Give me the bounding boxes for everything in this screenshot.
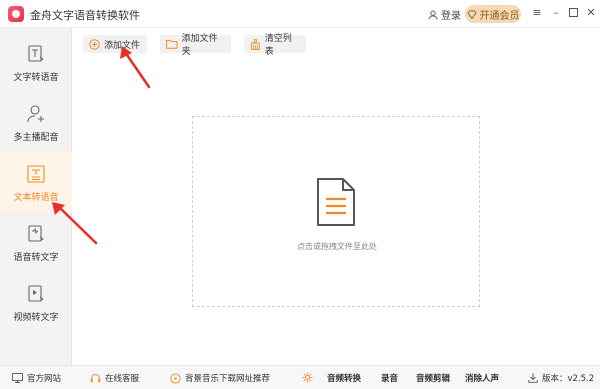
audio-edit-link[interactable]: 音频剪辑 <box>416 372 450 384</box>
menu-icon[interactable]: ≡ <box>530 6 544 19</box>
gear-icon <box>302 372 313 383</box>
video-to-text-icon <box>28 285 44 302</box>
sidebar-item-label: 文字转语音 <box>13 73 59 83</box>
music-disc-icon <box>170 372 181 384</box>
version-info: 版本：v2.5.2 <box>528 372 594 384</box>
sidebar-item-text-to-speech[interactable]: 文字转语音 <box>0 32 72 92</box>
website-label: 官方网站 <box>27 374 62 384</box>
folder-icon <box>166 39 178 49</box>
remove-vocals-link[interactable]: 消除人声 <box>465 372 499 384</box>
add-file-button[interactable]: 添加文件 <box>83 35 147 53</box>
close-icon[interactable]: ✕ <box>584 6 598 19</box>
footer-bar: 官方网站 在线客服 背景音乐下载网址推荐 音频转换 录音 音频剪辑 消除人声 版… <box>0 365 600 389</box>
drop-hint: 点击或拖拽文件至此处 <box>297 242 377 251</box>
title-bar: 金舟文字语音转换软件 登录 开通会员 ≡ – ✕ <box>0 0 600 28</box>
sidebar-item-label: 多主播配音 <box>13 133 59 143</box>
app-logo-icon <box>8 6 24 22</box>
website-link[interactable]: 官方网站 <box>12 372 61 384</box>
headset-icon <box>90 373 101 382</box>
clear-list-label: 清空列表 <box>264 34 292 57</box>
login-button[interactable]: 登录 <box>428 7 461 22</box>
text-file-icon <box>27 165 45 183</box>
sidebar-item-video-to-text[interactable]: 视频转文字 <box>0 272 72 332</box>
add-folder-label: 添加文件夹 <box>181 34 218 57</box>
sidebar-item-label: 视频转文字 <box>13 313 59 323</box>
vip-button[interactable]: 开通会员 <box>465 5 521 23</box>
app-title: 金舟文字语音转换软件 <box>30 9 140 22</box>
monitor-icon <box>12 373 23 383</box>
plus-circle-icon <box>89 38 100 50</box>
file-drop-zone[interactable]: 点击或拖拽文件至此处 <box>192 116 480 307</box>
add-file-label: 添加文件 <box>104 40 141 51</box>
person-add-icon <box>27 105 44 123</box>
user-icon <box>428 10 438 20</box>
maximize-icon[interactable] <box>566 6 580 20</box>
sidebar-item-label: 语音转文字 <box>13 253 59 263</box>
sidebar: 文字转语音 多主播配音 文本转语音 语音转文字 视频转文字 <box>0 28 72 365</box>
music-link[interactable]: 背景音乐下载网址推荐 <box>170 372 270 384</box>
add-folder-button[interactable]: 添加文件夹 <box>160 34 231 57</box>
sidebar-item-file-to-speech[interactable]: 文本转语音 <box>0 152 72 212</box>
support-label: 在线客服 <box>105 374 140 384</box>
download-icon <box>528 373 538 383</box>
audio-convert-link[interactable]: 音频转换 <box>327 372 361 384</box>
sidebar-item-multi-voice[interactable]: 多主播配音 <box>0 92 72 152</box>
minimize-icon[interactable]: – <box>549 6 563 19</box>
document-icon <box>317 178 355 226</box>
support-link[interactable]: 在线客服 <box>90 372 139 384</box>
music-label: 背景音乐下载网址推荐 <box>185 374 271 384</box>
broom-icon <box>251 38 260 50</box>
sidebar-item-speech-to-text[interactable]: 语音转文字 <box>0 212 72 272</box>
diamond-icon <box>466 9 477 19</box>
settings-link[interactable] <box>302 372 313 383</box>
clear-list-button[interactable]: 清空列表 <box>244 34 306 57</box>
app-window: 金舟文字语音转换软件 登录 开通会员 ≡ – ✕ 文字转语音 多主播配音 文本转… <box>0 0 600 389</box>
vip-label: 开通会员 <box>479 10 520 22</box>
text-doc-icon <box>28 45 44 62</box>
record-link[interactable]: 录音 <box>381 372 398 384</box>
login-label: 登录 <box>441 11 461 22</box>
version-label: 版本：v2.5.2 <box>542 374 595 384</box>
audio-to-text-icon <box>28 225 44 242</box>
sidebar-item-label: 文本转语音 <box>13 193 59 203</box>
